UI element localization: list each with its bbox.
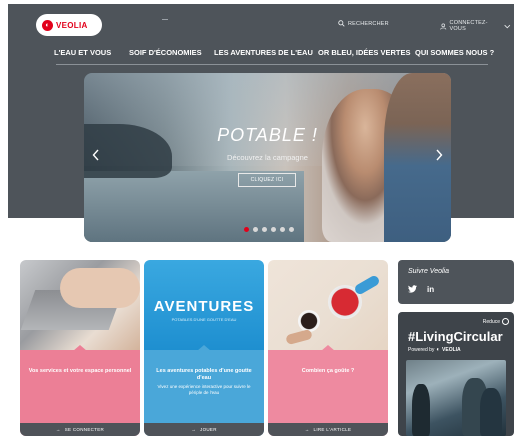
connect-button[interactable]: CONNECTEZ-VOUS — [440, 20, 514, 32]
carousel-dot[interactable] — [289, 227, 294, 232]
chevron-right-icon — [436, 149, 443, 161]
linkedin-icon[interactable]: in — [427, 285, 434, 295]
hero-title: POTABLE ! — [217, 125, 318, 145]
reduce-button[interactable]: Reduce — [483, 319, 500, 325]
carousel-dot[interactable] — [271, 227, 276, 232]
carousel-dot[interactable] — [253, 227, 258, 232]
header-divider — [162, 19, 168, 20]
hero-subtitle: Découvrez la campagne — [227, 153, 308, 162]
card-description: Vivez une expérience interactive pour su… — [157, 384, 251, 395]
card-action-label: LIRE L'ARTICLE — [313, 427, 352, 432]
search-button[interactable]: RECHERCHER — [338, 20, 389, 27]
card-title: Les aventures potables d'une goutte d'ea… — [156, 368, 252, 381]
card-combien[interactable]: Combien ça goûte ? → LIRE L'ARTICLE — [268, 260, 388, 436]
powered-by-brand: VEOLIA — [442, 347, 461, 353]
arrow-right-icon: → — [304, 427, 310, 432]
follow-veolia-panel: Suivre Veolia in — [398, 260, 514, 304]
veolia-logo-icon: ◐ — [42, 19, 53, 31]
reduce-circle-icon[interactable] — [502, 318, 509, 325]
card-aventures-action[interactable]: → JOUER — [144, 423, 264, 436]
nav-underline — [56, 64, 488, 65]
twitter-icon[interactable] — [408, 285, 417, 295]
nav-item-soif-economies[interactable]: SOIF D'ÉCONOMIES — [129, 48, 202, 57]
card-combien-body: Combien ça goûte ? → LIRE L'ARTICLE — [268, 345, 388, 436]
user-icon — [440, 23, 447, 30]
card-aventures-image: AVENTURES POTABLES D'UNE GOUTTE D'EAU — [144, 260, 264, 350]
search-label: RECHERCHER — [348, 20, 389, 27]
nav-item-qui-sommes-nous[interactable]: QUI SOMMES NOUS ? — [415, 48, 494, 57]
social-links: in — [408, 285, 434, 295]
aventures-image-subtitle: POTABLES D'UNE GOUTTE D'EAU — [171, 317, 237, 322]
powered-by: Powered by ◐ VEOLIA — [408, 347, 461, 353]
living-circular-hashtag[interactable]: #LivingCircular — [408, 329, 503, 344]
veolia-mini-logo-icon: ◐ — [436, 347, 441, 353]
card-action-label: JOUER — [200, 427, 217, 432]
hero-carousel: POTABLE ! Découvrez la campagne CLIQUEZ … — [84, 73, 451, 242]
nav-item-or-bleu[interactable]: OR BLEU, IDÉES VERTES — [318, 48, 411, 57]
card-combien-action[interactable]: → LIRE L'ARTICLE — [268, 423, 388, 436]
card-services[interactable]: Vos services et votre espace personnel →… — [20, 260, 140, 436]
card-services-body: Vos services et votre espace personnel →… — [20, 345, 140, 436]
veolia-logo-text: VEOLIA — [56, 20, 88, 30]
living-circular-image[interactable] — [406, 360, 506, 436]
main-nav: L'EAU ET VOUS SOIF D'ÉCONOMIES LES AVENT… — [48, 48, 508, 62]
carousel-dot[interactable] — [244, 227, 249, 232]
arrow-right-icon: → — [55, 427, 61, 432]
card-title: Vos services et votre espace personnel — [28, 368, 132, 374]
follow-title: Suivre Veolia — [408, 268, 449, 275]
carousel-dot[interactable] — [262, 227, 267, 232]
powered-by-label: Powered by — [408, 347, 435, 353]
connect-label: CONNECTEZ-VOUS — [449, 20, 488, 32]
person-figure — [480, 388, 502, 436]
sleeve-right — [353, 274, 381, 296]
carousel-next-button[interactable] — [435, 149, 443, 163]
veolia-logo[interactable]: ◐ VEOLIA — [36, 14, 102, 36]
card-action-label: SE CONNECTER — [64, 427, 105, 432]
carousel-prev-button[interactable] — [92, 149, 100, 163]
carousel-dots — [244, 227, 294, 232]
aventures-image-title: AVENTURES — [153, 298, 255, 315]
carousel-dot[interactable] — [280, 227, 285, 232]
coffee-cup — [298, 310, 320, 332]
arrow-right-icon: → — [191, 427, 197, 432]
typing-hands — [60, 268, 140, 308]
card-combien-image — [268, 260, 388, 350]
chevron-left-icon — [92, 149, 99, 161]
card-aventures-body: Les aventures potables d'une goutte d'ea… — [144, 345, 264, 436]
hand-left — [285, 328, 313, 346]
card-services-action[interactable]: → SE CONNECTER — [20, 423, 140, 436]
search-icon — [338, 20, 345, 27]
card-aventures[interactable]: AVENTURES POTABLES D'UNE GOUTTE D'EAU Le… — [144, 260, 264, 436]
chevron-down-icon — [504, 24, 511, 28]
card-title: Combien ça goûte ? — [301, 368, 355, 374]
nav-item-eau-et-vous[interactable]: L'EAU ET VOUS — [54, 48, 111, 57]
nav-item-aventures[interactable]: LES AVENTURES DE L'EAU — [214, 48, 313, 57]
person-figure — [412, 384, 430, 436]
card-services-image — [20, 260, 140, 350]
living-circular-panel: Reduce #LivingCircular Powered by ◐ VEOL… — [398, 312, 514, 436]
hero-cta-button[interactable]: CLIQUEZ ICI — [238, 173, 296, 187]
